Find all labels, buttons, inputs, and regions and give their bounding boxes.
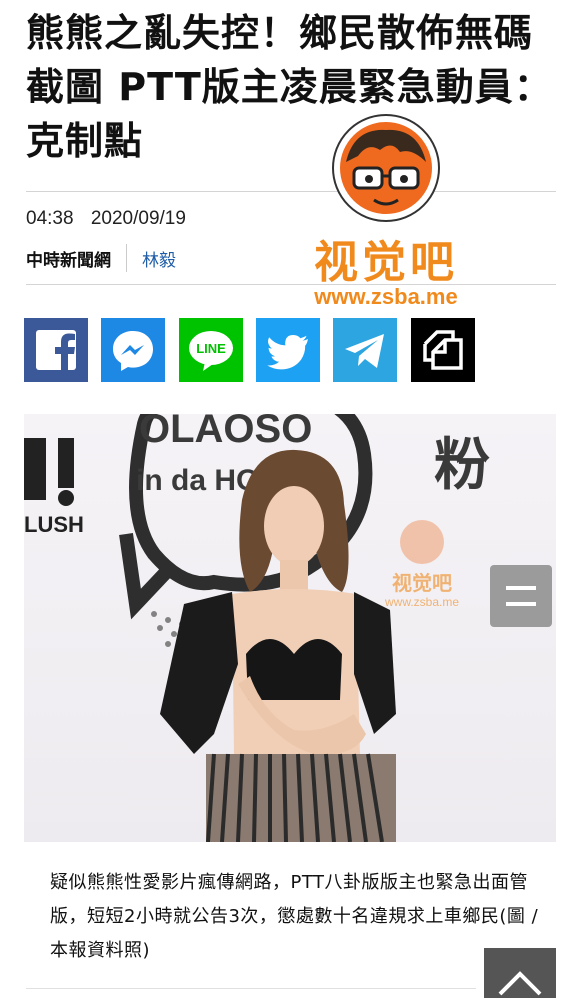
facebook-icon: [36, 330, 76, 370]
photo-watermark-brand: 视觉吧: [392, 571, 452, 595]
publish-time: 04:38 2020/09/19: [26, 208, 186, 229]
share-messenger-button[interactable]: [101, 318, 165, 382]
article-headline: 熊熊之亂失控！鄉民散佈無碼截圖 PTT版主凌晨緊急動員：克制點: [26, 11, 553, 163]
copy-link-button[interactable]: [411, 318, 475, 382]
divider: [26, 988, 476, 989]
divider: [26, 191, 556, 192]
share-twitter-button[interactable]: [256, 318, 320, 382]
photo-watermark-url: www.zsba.me: [384, 595, 459, 609]
twitter-icon: [267, 335, 308, 370]
byline: 中時新聞網 林毅: [26, 244, 176, 272]
copy-icon: [423, 330, 463, 370]
backdrop-text: 粉: [434, 433, 490, 498]
share-line-button[interactable]: LINE: [179, 318, 243, 382]
line-icon-label: LINE: [196, 341, 226, 356]
share-facebook-button[interactable]: [24, 318, 88, 382]
messenger-icon: [113, 331, 153, 371]
line-icon: LINE: [189, 331, 233, 371]
watermark-brand: 视觉吧: [314, 237, 458, 288]
article-photo: OLAOSO in da HOUSE 粉 LUSH 视觉吧 www.zsba.m…: [24, 414, 556, 842]
menu-bar-icon: [506, 602, 536, 606]
backdrop-text: LUSH: [24, 512, 84, 537]
photo-caption: 疑似熊熊性愛影片瘋傳網路，PTT八卦版版主也緊急出面管版，短短2小時就公告3次，…: [50, 872, 539, 961]
telegram-icon: [345, 334, 384, 368]
menu-bar-icon: [506, 586, 536, 590]
watermark-logo-icon: [332, 114, 440, 222]
menu-button[interactable]: [490, 565, 552, 627]
byline-separator: [126, 244, 127, 272]
back-to-top-button[interactable]: [484, 948, 556, 998]
chevron-up-icon: [498, 971, 542, 996]
share-telegram-button[interactable]: [333, 318, 397, 382]
backdrop-text: OLAOSO: [139, 414, 312, 451]
watermark-url: www.zsba.me: [314, 284, 458, 309]
author-name[interactable]: 林毅: [142, 246, 176, 271]
source-name[interactable]: 中時新聞網: [26, 246, 111, 271]
